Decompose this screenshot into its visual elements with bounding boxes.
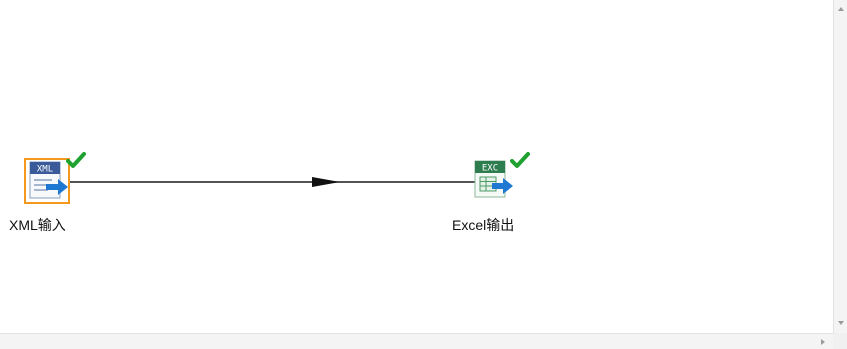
vertical-scrollbar[interactable] <box>833 0 847 333</box>
step-excel-output[interactable]: EXC Excel输出 <box>452 152 532 238</box>
xml-icon-text: XML <box>37 165 53 175</box>
hop-connector[interactable] <box>0 0 833 333</box>
transformation-canvas[interactable]: XML XML输入 EXC Excel输出 <box>0 0 833 333</box>
step-label: XML输入 <box>9 217 66 233</box>
scroll-down-icon[interactable] <box>836 318 846 328</box>
status-ok-check-icon <box>510 152 530 168</box>
step-xml-input[interactable]: XML XML输入 <box>9 152 86 238</box>
status-ok-check-icon <box>66 152 86 168</box>
scroll-right-icon[interactable] <box>818 337 828 347</box>
step-label: Excel输出 <box>452 217 515 233</box>
excel-icon-text: EXC <box>482 164 498 174</box>
scroll-up-icon[interactable] <box>836 4 846 14</box>
horizontal-scrollbar[interactable] <box>0 333 833 349</box>
hop-arrowhead <box>312 177 340 187</box>
scrollbar-corner <box>833 333 847 349</box>
